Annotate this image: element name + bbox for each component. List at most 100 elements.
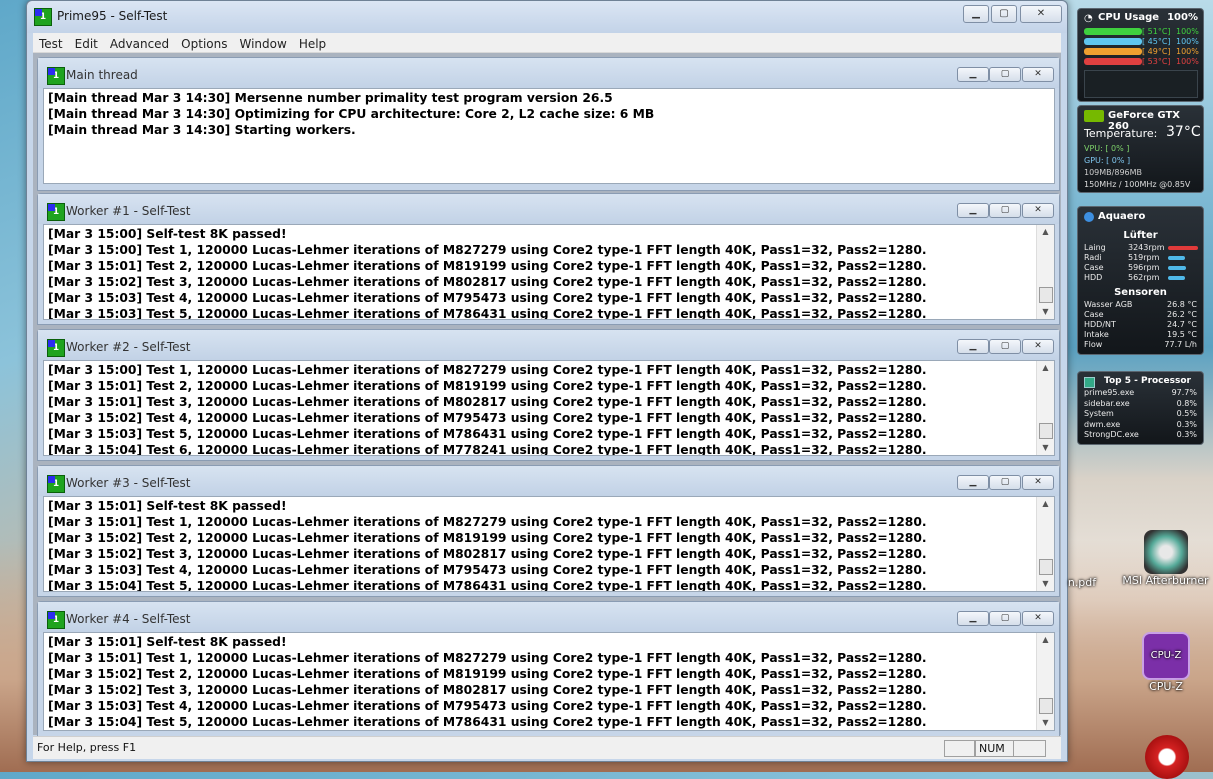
title-bar[interactable]: 1 Prime95 - Self-Test ▁ ▢ ✕ <box>27 1 1067 33</box>
log-line: [Mar 3 15:01] Test 2, 120000 Lucas-Lehme… <box>48 379 927 393</box>
scroll-up-icon[interactable]: ▲ <box>1037 497 1054 511</box>
cpu-z-desktop-icon[interactable]: CPU-Z CPU-Z <box>1138 632 1194 693</box>
log-line: [Mar 3 15:03] Test 4, 120000 Lucas-Lehme… <box>48 699 927 713</box>
child-maximize-button[interactable]: ▢ <box>989 611 1021 626</box>
vertical-scrollbar[interactable]: ▲ ▼ <box>1036 225 1054 319</box>
sensor-value: 77.7 L/h <box>1164 340 1197 349</box>
vertical-scrollbar[interactable]: ▲ ▼ <box>1036 361 1054 455</box>
core-usage: 100% <box>1176 27 1199 36</box>
log-line: [Mar 3 15:01] Self-test 8K passed! <box>48 635 287 649</box>
cpu-usage-gadget[interactable]: ◔ CPU Usage 100% [ 51°C] 100% [ 45°C] 100% [… <box>1077 8 1204 102</box>
log-output[interactable]: [Mar 3 15:01] Self-test 8K passed! [Mar 3… <box>43 632 1055 731</box>
sensor-value: 26.2 °C <box>1167 310 1197 319</box>
child-title-bar[interactable]: 1 Worker #3 - Self-Test ▁ ▢ ✕ <box>38 466 1059 496</box>
sensor-name: Flow <box>1084 340 1103 349</box>
log-line: [Mar 3 15:02] Test 3, 120000 Lucas-Lehme… <box>48 683 927 697</box>
menu-help[interactable]: Help <box>293 34 332 52</box>
child-close-button[interactable]: ✕ <box>1022 475 1054 490</box>
worker-window[interactable]: 1 Worker #4 - Self-Test ▁ ▢ ✕ [Mar 3 15:01] S… <box>37 601 1060 737</box>
scroll-thumb[interactable] <box>1039 559 1053 575</box>
menu-advanced[interactable]: Advanced <box>104 34 175 52</box>
child-close-button[interactable]: ✕ <box>1022 339 1054 354</box>
top5-title: Top 5 - Processor <box>1104 376 1191 386</box>
child-maximize-button[interactable]: ▢ <box>989 339 1021 354</box>
gpu-gadget[interactable]: GeForce GTX 260 Temperature: 37°C VPU: [… <box>1077 105 1204 193</box>
scroll-up-icon[interactable]: ▲ <box>1037 361 1054 375</box>
child-minimize-button[interactable]: ▁ <box>957 611 989 626</box>
log-line: [Mar 3 15:01] Self-test 8K passed! <box>48 499 287 513</box>
child-minimize-button[interactable]: ▁ <box>957 67 989 82</box>
cpu-total-usage: 100% <box>1167 12 1198 23</box>
scroll-down-icon[interactable]: ▼ <box>1037 305 1054 319</box>
core-temp: [ 53°C] <box>1142 57 1171 66</box>
log-output[interactable]: [Mar 3 15:00] Test 1, 120000 Lucas-Lehme… <box>43 360 1055 456</box>
vertical-scrollbar[interactable]: ▲ ▼ <box>1036 497 1054 591</box>
log-line: [Mar 3 15:03] Test 4, 120000 Lucas-Lehme… <box>48 563 927 577</box>
power-icon[interactable] <box>1145 735 1189 779</box>
scroll-down-icon[interactable]: ▼ <box>1037 716 1054 730</box>
child-title-bar[interactable]: 1 Worker #2 - Self-Test ▁ ▢ ✕ <box>38 330 1059 360</box>
worker-window[interactable]: 1 Worker #1 - Self-Test ▁ ▢ ✕ [Mar 3 15:00] S… <box>37 193 1060 325</box>
child-close-button[interactable]: ✕ <box>1022 203 1054 218</box>
aquaero-gadget[interactable]: Aquaero Lüfter Laing 3243rpm Radi 519rpm Cas… <box>1077 206 1204 355</box>
child-maximize-button[interactable]: ▢ <box>989 67 1021 82</box>
top5-icon <box>1084 377 1095 388</box>
pdf-desktop-icon[interactable]: n.pdf <box>1062 576 1102 589</box>
core-usage-bar <box>1084 38 1142 45</box>
fan-name: Laing <box>1084 243 1106 252</box>
child-maximize-button[interactable]: ▢ <box>989 203 1021 218</box>
core-usage: 100% <box>1176 37 1199 46</box>
log-output[interactable]: [Main thread Mar 3 14:30] Mersenne numbe… <box>43 88 1055 184</box>
menu-window[interactable]: Window <box>233 34 292 52</box>
log-output[interactable]: [Mar 3 15:01] Self-test 8K passed! [Mar 3… <box>43 496 1055 592</box>
maximize-button[interactable]: ▢ <box>991 5 1017 23</box>
minimize-button[interactable]: ▁ <box>963 5 989 23</box>
menu-test[interactable]: Test <box>33 34 69 52</box>
menu-bar: Test Edit Advanced Options Window Help <box>33 33 1061 53</box>
gpu-vpu-load: VPU: [ 0% ] <box>1084 144 1130 153</box>
scroll-down-icon[interactable]: ▼ <box>1037 441 1054 455</box>
child-title: Main thread <box>66 68 138 82</box>
aquaero-logo-icon <box>1084 212 1094 222</box>
child-minimize-button[interactable]: ▁ <box>957 475 989 490</box>
scroll-up-icon[interactable]: ▲ <box>1037 225 1054 239</box>
fan-rpm: 596rpm <box>1128 263 1160 272</box>
scroll-thumb[interactable] <box>1039 698 1053 714</box>
scroll-thumb[interactable] <box>1039 287 1053 303</box>
top5-gadget[interactable]: Top 5 - Processor prime95.exe 97.7% sideba… <box>1077 371 1204 445</box>
cpu-z-icon: CPU-Z <box>1142 632 1190 680</box>
child-title: Worker #4 - Self-Test <box>66 612 191 626</box>
close-button[interactable]: ✕ <box>1020 5 1062 23</box>
vertical-scrollbar[interactable]: ▲ ▼ <box>1036 633 1054 730</box>
menu-options[interactable]: Options <box>175 34 233 52</box>
gpu-core-load: GPU: [ 0% ] <box>1084 156 1131 165</box>
log-output[interactable]: [Mar 3 15:00] Self-test 8K passed! [Mar 3… <box>43 224 1055 320</box>
msi-afterburner-desktop-icon[interactable]: MSI Afterburner <box>1118 530 1213 587</box>
child-close-button[interactable]: ✕ <box>1022 611 1054 626</box>
child-title-bar[interactable]: 1 Main thread ▁ ▢ ✕ <box>38 58 1059 88</box>
process-cpu: 0.3% <box>1176 419 1197 429</box>
fan-name: Case <box>1084 263 1104 272</box>
log-line: [Mar 3 15:04] Test 6, 120000 Lucas-Lehme… <box>48 443 927 456</box>
worker-window[interactable]: 1 Worker #2 - Self-Test ▁ ▢ ✕ [Mar 3 15:00] T… <box>37 329 1060 461</box>
scroll-up-icon[interactable]: ▲ <box>1037 633 1054 647</box>
child-maximize-button[interactable]: ▢ <box>989 475 1021 490</box>
sensor-name: HDD/NT <box>1084 320 1116 329</box>
fan-rpm: 562rpm <box>1128 273 1160 282</box>
child-title-bar[interactable]: 1 Worker #1 - Self-Test ▁ ▢ ✕ <box>38 194 1059 224</box>
fan-rpm: 3243rpm <box>1128 243 1165 252</box>
core-temp: [ 49°C] <box>1142 47 1171 56</box>
fan-name: HDD <box>1084 273 1103 282</box>
scroll-down-icon[interactable]: ▼ <box>1037 577 1054 591</box>
worker-window[interactable]: 1 Main thread ▁ ▢ ✕ [Main thread Mar 3 14:30]… <box>37 57 1060 191</box>
menu-edit[interactable]: Edit <box>69 34 104 52</box>
worker-window[interactable]: 1 Worker #3 - Self-Test ▁ ▢ ✕ [Mar 3 15:01] S… <box>37 465 1060 597</box>
scroll-thumb[interactable] <box>1039 423 1053 439</box>
child-title-bar[interactable]: 1 Worker #4 - Self-Test ▁ ▢ ✕ <box>38 602 1059 632</box>
status-cell-caps <box>944 740 975 757</box>
child-title: Worker #1 - Self-Test <box>66 204 191 218</box>
child-close-button[interactable]: ✕ <box>1022 67 1054 82</box>
child-minimize-button[interactable]: ▁ <box>957 339 989 354</box>
child-minimize-button[interactable]: ▁ <box>957 203 989 218</box>
sensor-value: 19.5 °C <box>1167 330 1197 339</box>
